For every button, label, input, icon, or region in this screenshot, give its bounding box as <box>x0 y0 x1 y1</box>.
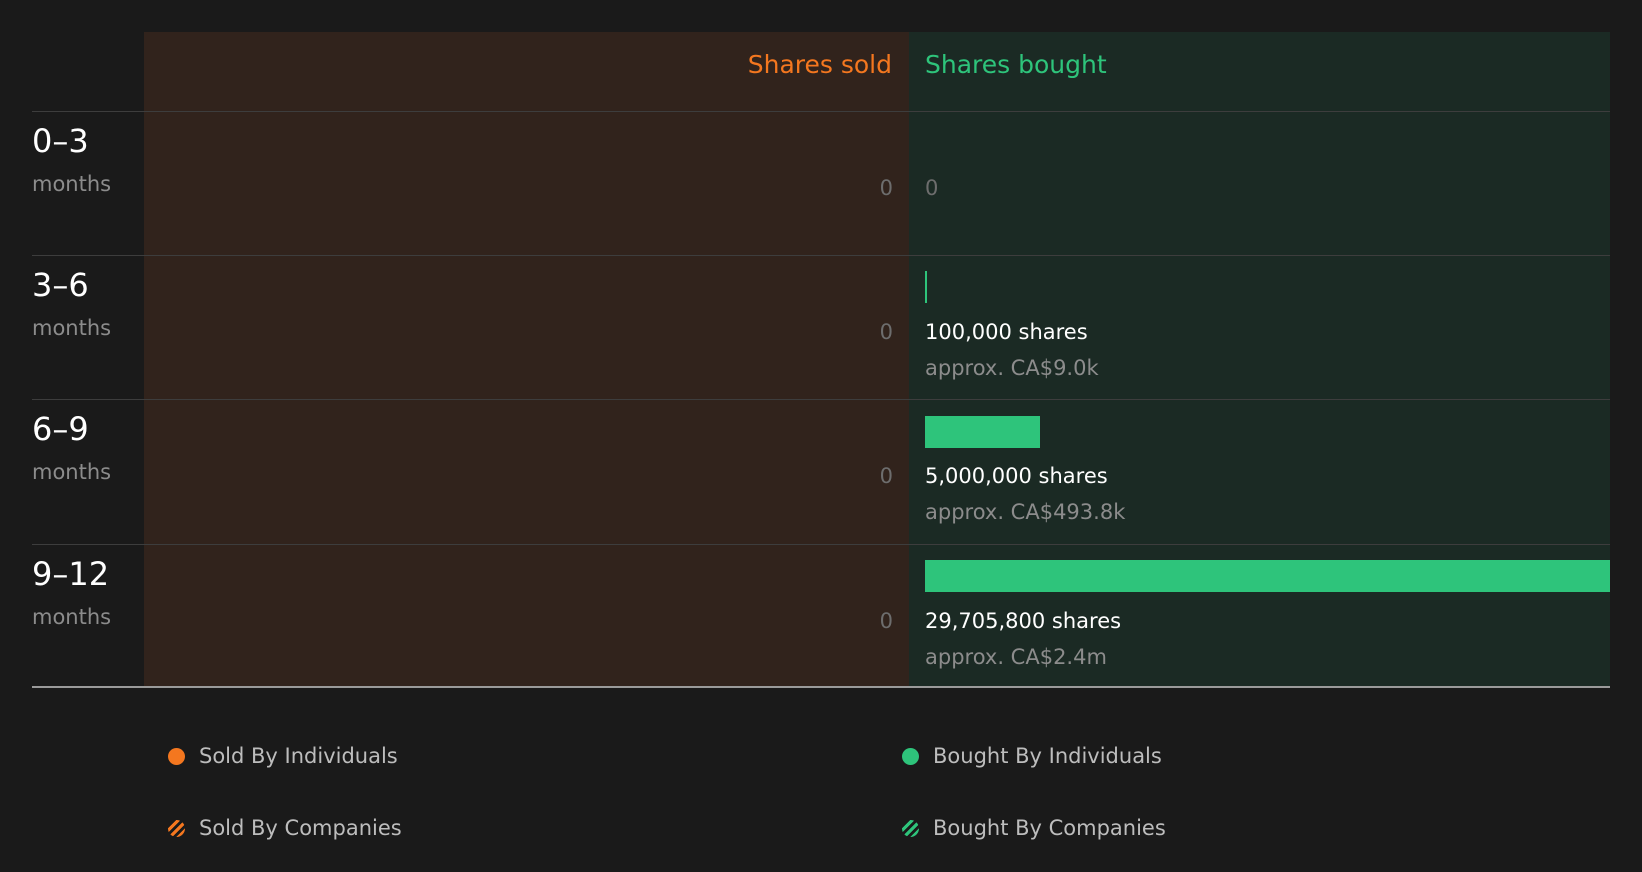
row-divider <box>32 111 1610 112</box>
period-unit-label: months <box>32 605 112 629</box>
legend-sold-individuals: Sold By Individuals <box>168 744 398 768</box>
period-range-label: 6–9 <box>32 410 89 448</box>
row-divider <box>32 255 1610 256</box>
orange-hatched-dot-icon <box>168 819 185 837</box>
sold-value-label: 0 <box>879 176 893 200</box>
sold-value-label: 0 <box>879 464 893 488</box>
period-range-label: 9–12 <box>32 555 110 593</box>
green-hatched-dot-icon <box>902 819 919 837</box>
bought-value-approx-label: approx. CA$9.0k <box>925 356 1099 380</box>
legend-label: Bought By Companies <box>933 816 1166 840</box>
legend-bought-companies: Bought By Companies <box>902 816 1166 840</box>
sold-value-label: 0 <box>879 320 893 344</box>
legend-bought-individuals: Bought By Individuals <box>902 744 1162 768</box>
period-range-label: 0–3 <box>32 122 89 160</box>
legend-label: Sold By Individuals <box>199 744 398 768</box>
row-divider <box>32 544 1610 545</box>
shares-sold-panel <box>144 32 909 686</box>
period-unit-label: months <box>32 172 112 196</box>
bought-value-label: 0 <box>925 176 939 200</box>
legend-label: Bought By Individuals <box>933 744 1162 768</box>
chart-baseline <box>32 686 1610 688</box>
period-unit-label: months <box>32 460 112 484</box>
bought-shares-label: 5,000,000 shares <box>925 464 1108 488</box>
row-divider <box>32 399 1610 400</box>
legend-label: Sold By Companies <box>199 816 402 840</box>
bought-value-approx-label: approx. CA$2.4m <box>925 645 1107 669</box>
bought-bar <box>925 560 1610 592</box>
orange-dot-icon <box>168 747 185 765</box>
green-dot-icon <box>902 747 919 765</box>
bought-bar <box>925 271 928 303</box>
period-range-label: 3–6 <box>32 266 89 304</box>
legend-sold-companies: Sold By Companies <box>168 816 402 840</box>
bought-shares-label: 100,000 shares <box>925 320 1088 344</box>
bought-value-approx-label: approx. CA$493.8k <box>925 500 1126 524</box>
insider-trading-chart: Shares sold Shares bought 0–3 months 0 0… <box>0 0 1642 700</box>
period-unit-label: months <box>32 316 112 340</box>
bought-bar <box>925 416 1041 448</box>
sold-value-label: 0 <box>879 609 893 633</box>
shares-bought-header: Shares bought <box>925 50 1107 79</box>
shares-sold-header: Shares sold <box>747 50 892 79</box>
bought-shares-label: 29,705,800 shares <box>925 609 1122 633</box>
